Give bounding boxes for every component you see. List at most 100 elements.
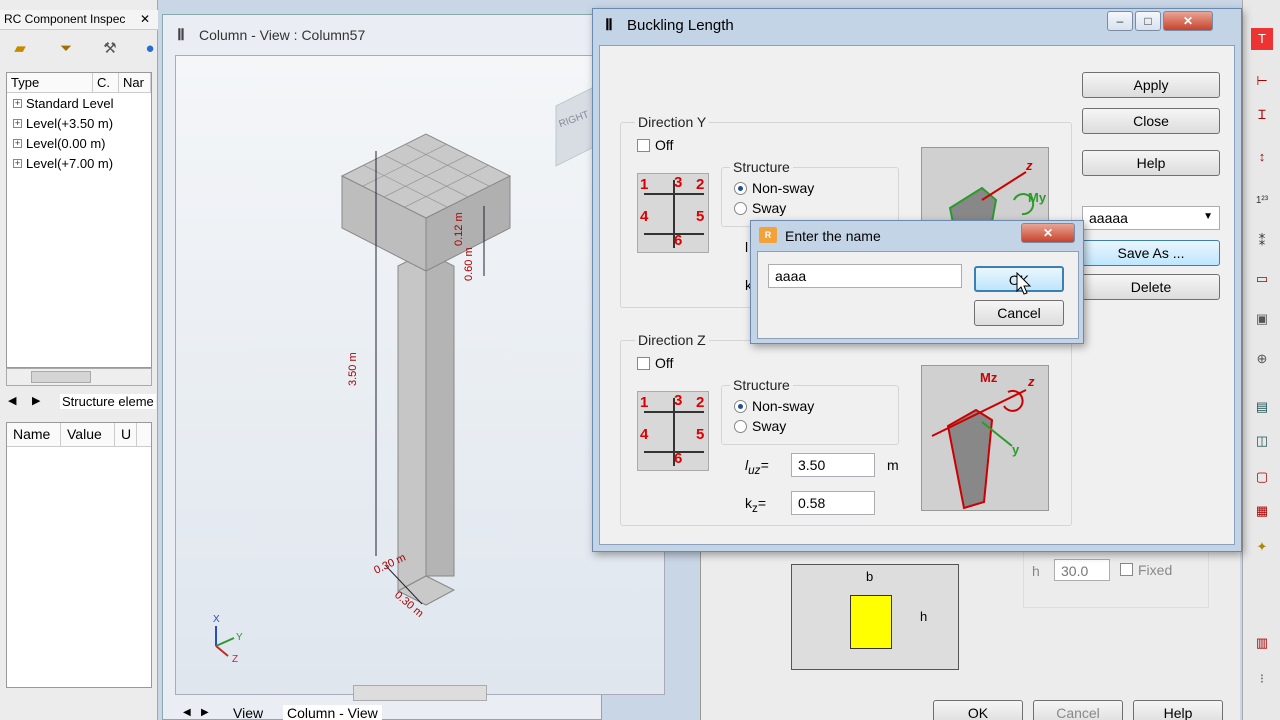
dir-y-l-label: l: [745, 239, 749, 255]
dim-top-w: 0.12 m: [453, 212, 465, 246]
dir-z-axis-y: y: [1012, 442, 1020, 457]
scroll-thumb[interactable]: [31, 371, 91, 383]
close-button[interactable]: Close: [1082, 108, 1220, 134]
tab-structure-elements[interactable]: Structure eleme: [60, 394, 156, 409]
inspector-tabs: ◀ ▶ Structure eleme: [6, 392, 156, 414]
tab-prev-icon[interactable]: ◀: [183, 707, 191, 718]
apply-button[interactable]: Apply: [1082, 72, 1220, 98]
table-icon[interactable]: ▦: [1251, 500, 1273, 522]
component-tree[interactable]: Type C. Nar + Standard Level + Level(+3.50…: [6, 72, 152, 368]
tab-view[interactable]: View: [233, 705, 263, 720]
col-prop-value[interactable]: Value: [61, 423, 115, 446]
help-button[interactable]: Help: [1082, 150, 1220, 176]
col-prop-unit[interactable]: U: [115, 423, 137, 446]
inspector-title: RC Component Inspec: [0, 10, 158, 30]
h-field-label: h: [1032, 563, 1040, 579]
col-type[interactable]: Type: [7, 73, 93, 92]
view-hscroll-thumb[interactable]: [353, 685, 487, 701]
expand-icon[interactable]: +: [13, 158, 22, 168]
tree-scrollbar[interactable]: [6, 368, 152, 386]
column-shaft-side: [425, 251, 455, 577]
close-icon[interactable]: ✕: [138, 12, 152, 26]
ruler-icon[interactable]: ⊢: [1251, 70, 1273, 92]
expand-icon[interactable]: +: [13, 98, 22, 108]
col-prop-name[interactable]: Name: [7, 423, 61, 446]
bg-cancel-button[interactable]: Cancel: [1033, 700, 1123, 720]
dir-y-sway-radio[interactable]: [734, 202, 747, 215]
minimize-icon[interactable]: –: [1107, 11, 1133, 31]
direction-z-label: Direction Z: [635, 332, 709, 348]
expand-icon[interactable]: +: [13, 118, 22, 128]
close-icon[interactable]: ✕: [1163, 11, 1213, 31]
dir-z-off-label: Off: [655, 355, 674, 371]
arrow-icon[interactable]: ↕: [1251, 146, 1273, 168]
frame-icon[interactable]: ▭: [1251, 268, 1273, 290]
chart-icon[interactable]: ▥: [1251, 632, 1273, 654]
tree-item[interactable]: + Level(+7.00 m): [7, 153, 151, 173]
dir-z-sway-label: Sway: [752, 418, 787, 434]
dir-y-moment-label: My: [1028, 190, 1047, 205]
kz-field[interactable]: 0.58: [791, 491, 875, 515]
tee-icon[interactable]: T: [1251, 28, 1273, 50]
col-c[interactable]: C.: [93, 73, 119, 92]
tab-next-icon[interactable]: ▶: [201, 707, 209, 718]
dir-y-nonsway-label: Non-sway: [752, 180, 815, 196]
section-b-label: b: [866, 569, 874, 584]
box-icon[interactable]: ▣: [1251, 308, 1273, 330]
layers-icon[interactable]: ▤: [1251, 396, 1273, 418]
tree-item[interactable]: + Standard Level: [7, 93, 151, 113]
expand-icon[interactable]: +: [13, 138, 22, 148]
cancel-button[interactable]: Cancel: [974, 300, 1064, 326]
axis-y-label: Y: [236, 632, 243, 643]
dir-y-axis-z: z: [1026, 158, 1033, 173]
close-icon[interactable]: ✕: [1021, 223, 1075, 243]
dim-icon[interactable]: Ɪ: [1251, 104, 1273, 126]
globe-icon[interactable]: ●: [138, 36, 162, 60]
filter-icon[interactable]: ⏷: [54, 36, 78, 60]
axis-z-label: Z: [232, 654, 238, 665]
bg-help-button[interactable]: Help: [1133, 700, 1223, 720]
preset-combo[interactable]: aaaaa ▼: [1082, 206, 1220, 230]
dir-z-structure-group: Structure Non-sway Sway: [721, 377, 899, 445]
folder-icon[interactable]: ▰: [8, 36, 32, 60]
cube-icon[interactable]: ◫: [1251, 430, 1273, 452]
target-icon[interactable]: ⊕: [1251, 348, 1273, 370]
dir-y-off-checkbox[interactable]: [637, 139, 650, 152]
tree-item[interactable]: + Level(+3.50 m): [7, 113, 151, 133]
grid-icon[interactable]: ⁑: [1251, 230, 1273, 252]
window-icon[interactable]: ▢: [1251, 466, 1273, 488]
properties-grid: Name Value U: [6, 422, 152, 688]
tree-item[interactable]: + Level(0.00 m): [7, 133, 151, 153]
bg-ok-button[interactable]: OK: [933, 700, 1023, 720]
luz-field[interactable]: 3.50: [791, 453, 875, 477]
column-icon: Ⅱ: [605, 17, 613, 34]
tool-icon[interactable]: ⚒: [98, 36, 122, 60]
direction-y-label: Direction Y: [635, 114, 710, 130]
dir-z-sway-radio[interactable]: [734, 420, 747, 433]
props-header: Name Value U: [7, 423, 151, 447]
view-title: Column - View : Column57: [199, 27, 366, 43]
chevron-down-icon[interactable]: ▼: [1203, 211, 1213, 222]
dir-y-nonsway-radio[interactable]: [734, 182, 747, 195]
dialog-title: Buckling Length: [627, 17, 734, 34]
delete-button[interactable]: Delete: [1082, 274, 1220, 300]
view-tabs: ◀ ▶ View Column - View: [175, 705, 605, 720]
section-h-label: h: [920, 609, 928, 624]
tab-next-icon[interactable]: ▶: [32, 394, 40, 407]
col-name[interactable]: Nar: [119, 73, 151, 92]
numbering-icon[interactable]: 1²³: [1251, 190, 1273, 212]
dir-z-nonsway-radio[interactable]: [734, 400, 747, 413]
wand-icon[interactable]: ✦: [1251, 536, 1273, 558]
dir-z-off-checkbox[interactable]: [637, 357, 650, 370]
tab-column-view[interactable]: Column - View: [283, 705, 382, 720]
h-field[interactable]: 30.0: [1054, 559, 1110, 581]
dots-icon[interactable]: ⁝: [1251, 668, 1273, 690]
dir-y-sway-label: Sway: [752, 200, 787, 216]
maximize-icon[interactable]: □: [1135, 11, 1161, 31]
tab-prev-icon[interactable]: ◀: [8, 394, 16, 407]
save-as-button[interactable]: Save As ...: [1082, 240, 1220, 266]
column-view-window: Ⅱ Column - View : Column57 RIGHT 3.50 m …: [162, 14, 665, 720]
dir-z-moment-label: Mz: [980, 370, 998, 385]
name-input[interactable]: aaaa: [768, 264, 962, 288]
fixed-checkbox[interactable]: [1120, 563, 1133, 576]
